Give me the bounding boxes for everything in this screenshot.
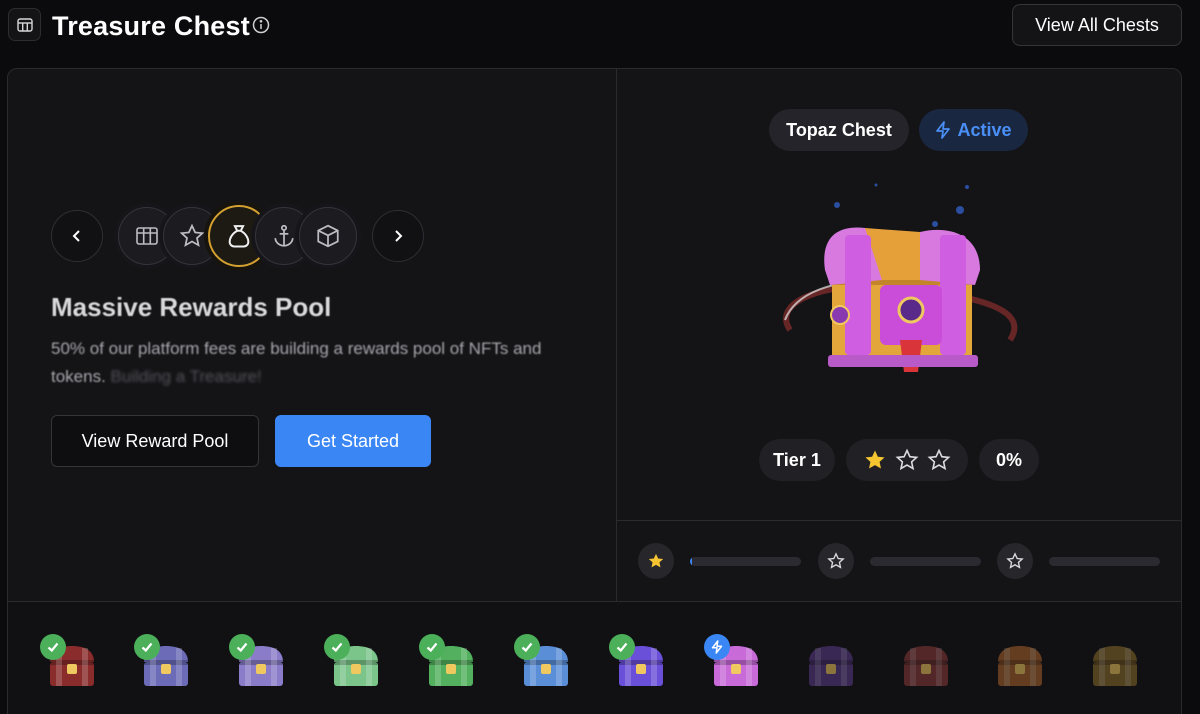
completed-badge [40,634,66,660]
box-icon [317,224,339,248]
chevron-left-icon [72,230,80,242]
star-icon [179,223,205,247]
grid-icon [16,17,33,32]
tier-label: Tier 1 [773,449,821,470]
view-reward-pool-button[interactable]: View Reward Pool [51,415,259,467]
completed-badge [134,634,160,660]
info-icon[interactable] [252,16,270,34]
progress-step-3-bar [1049,557,1160,566]
view-all-chests-button[interactable]: View All Chests [1012,4,1182,46]
progress-step-1-bar [690,557,801,566]
star-empty-icon [927,448,951,471]
chest-illustration [783,183,1018,372]
status-badge: Active [919,109,1028,151]
progress-step-2-star [818,543,854,579]
progress-step-3-star [997,543,1033,579]
status-text: Active [957,119,1012,140]
app-grid-button[interactable] [8,8,41,41]
collection-chest-9[interactable] [801,634,861,694]
collection-chest-11[interactable] [990,634,1050,694]
star-empty-icon [895,448,919,471]
carousel-prev-button[interactable] [51,210,103,262]
star-filled-icon [865,450,885,469]
star-rating [846,439,968,481]
check-icon [521,642,533,653]
feature-description-faded: Building a Treasure! [110,367,262,386]
star-empty-icon [827,552,845,569]
collection-chest-10[interactable] [896,634,956,694]
check-icon [236,642,248,653]
vertical-divider [616,69,617,601]
progress-percent-badge: 0% [979,439,1039,481]
grid-icon [136,227,158,245]
star-filled-icon [648,553,664,568]
collection-chest-12[interactable] [1085,634,1145,694]
anchor-icon [274,224,294,247]
bolt-icon [936,121,951,139]
check-icon [426,642,438,653]
completed-badge [514,634,540,660]
progress-step-2-bar [870,557,981,566]
chest-name-badge: Topaz Chest [769,109,909,151]
page-title: Treasure Chest [52,11,250,41]
completed-badge [609,634,635,660]
chest-name: Topaz Chest [786,119,892,140]
carousel-item-box[interactable] [299,207,357,265]
feature-heading: Massive Rewards Pool [51,292,332,322]
progress-percent: 0% [995,449,1022,470]
chevron-right-icon [395,230,403,242]
completed-badge [324,634,350,660]
get-started-button[interactable]: Get Started [275,415,431,467]
progress-step-1-star [638,543,674,579]
completed-badge [419,634,445,660]
money-bag-icon [228,225,250,248]
carousel-next-button[interactable] [372,210,424,262]
progress-divider [617,520,1181,521]
completed-badge [229,634,255,660]
tier-badge: Tier 1 [759,439,835,481]
check-icon [331,642,343,653]
active-badge [704,634,730,660]
bolt-icon [711,640,723,654]
check-icon [616,642,628,653]
check-icon [47,642,59,653]
check-icon [141,642,153,653]
progress-step-1-fill [690,557,693,566]
feature-description: 50% of our platform fees are building a … [51,335,571,391]
star-empty-icon [1006,552,1024,569]
